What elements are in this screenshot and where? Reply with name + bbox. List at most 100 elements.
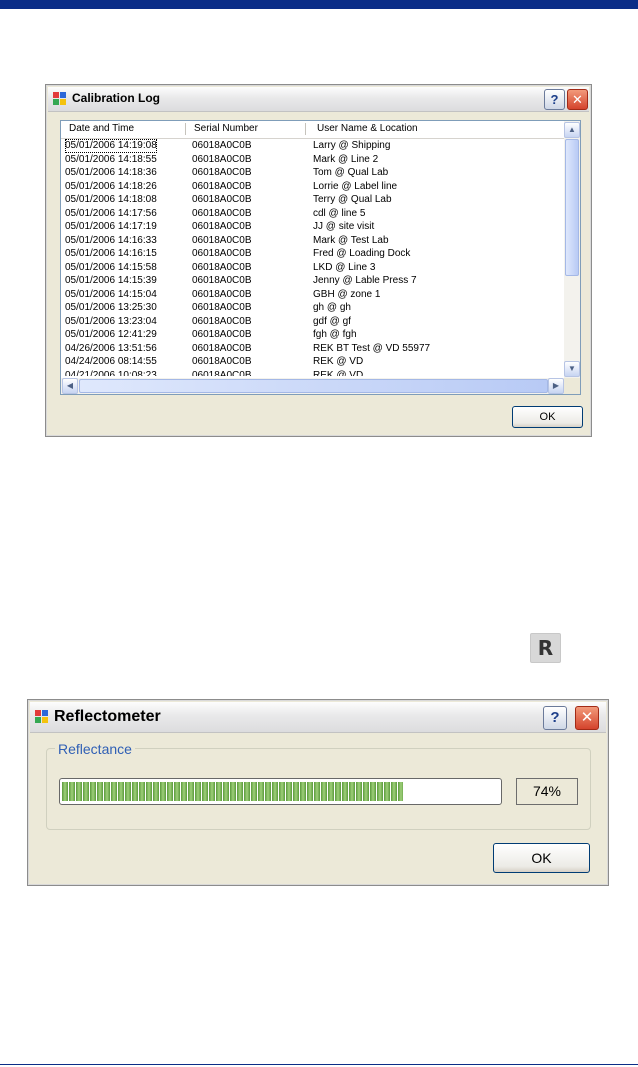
cell-user-location: Larry @ Shipping [313,140,391,151]
cell-user-location: Lorrie @ Label line [313,180,398,192]
table-row[interactable]: 05/01/2006 14:17:56 06018A0C0B cdl @ line … [61,207,564,221]
cell-serial-number: 06018A0C0B [192,140,252,151]
column-header-user-location[interactable]: User Name & Location [317,123,418,134]
table-row[interactable]: 05/01/2006 14:16:33 06018A0C0B Mark @ Test… [61,234,564,248]
table-row[interactable]: 05/01/2006 12:41:29 06018A0C0B fgh @ fgh [61,328,564,342]
table-row[interactable]: 04/24/2006 08:14:55 06018A0C0B REK @ VD [61,355,564,369]
table-row[interactable]: 05/01/2006 13:23:04 06018A0C0B gdf @ gf [61,315,564,329]
app-icon [35,710,49,724]
cell-user-location: fgh @ fgh [313,329,357,340]
cell-serial-number: 06018A0C0B [192,342,252,354]
table-row[interactable]: 05/01/2006 14:17:19 06018A0C0B JJ @ site v… [61,220,564,234]
cell-user-location: gdf @ gf [313,315,351,327]
cell-date-time: 05/01/2006 14:18:36 [65,167,157,178]
table-row[interactable]: 05/01/2006 14:19:08 06018A0C0B Larry @ Shi… [61,139,564,153]
cell-date-time: 04/21/2006 10:08:23 [65,369,157,377]
cell-user-location: REK @ VD [313,369,364,377]
list-rows: 05/01/2006 14:19:08 06018A0C0B Larry @ Shi… [61,139,564,376]
cell-date-time: 05/01/2006 12:41:29 [65,329,157,340]
scrollbar-corner [564,378,580,394]
close-button[interactable]: ✕ [567,89,588,110]
cell-date-time: 05/01/2006 14:17:19 [65,221,157,232]
table-row[interactable]: 05/01/2006 14:16:15 06018A0C0B Fred @ Load… [61,247,564,261]
ok-button[interactable]: OK [512,406,583,428]
cell-serial-number: 06018A0C0B [192,180,252,192]
horizontal-scrollbar[interactable]: ◀ ▶ [61,378,564,394]
cell-date-time: 05/01/2006 14:15:58 [65,261,157,273]
cell-serial-number: 06018A0C0B [192,194,252,205]
column-header-serial-number[interactable]: Serial Number [194,123,258,134]
cell-date-time: 05/01/2006 14:16:15 [65,248,157,259]
cell-user-location: Fred @ Loading Dock [313,248,411,259]
scroll-down-icon[interactable]: ▼ [564,361,580,377]
cell-date-time: 05/01/2006 14:17:56 [65,207,157,219]
cell-serial-number: 06018A0C0B [192,369,252,377]
cell-date-time: 05/01/2006 14:16:33 [65,234,157,246]
table-row[interactable]: 05/01/2006 13:25:30 06018A0C0B gh @ gh [61,301,564,315]
vertical-scrollbar[interactable]: ▲ ▼ [564,121,580,378]
close-button[interactable]: ✕ [575,706,599,730]
cell-date-time: 05/01/2006 13:23:04 [65,315,157,327]
cell-serial-number: 06018A0C0B [192,275,252,286]
scroll-left-icon[interactable]: ◀ [62,378,78,394]
page-footer-line [0,1064,638,1065]
cell-user-location: GBH @ zone 1 [313,288,381,300]
table-row[interactable]: 05/01/2006 14:18:36 06018A0C0B Tom @ Qual … [61,166,564,180]
table-row[interactable]: 04/26/2006 13:51:56 06018A0C0B REK BT Test… [61,342,564,356]
cell-user-location: REK BT Test @ VD 55977 [313,342,431,354]
table-row[interactable]: 05/01/2006 14:18:08 06018A0C0B Terry @ Qua… [61,193,564,207]
cell-date-time: 04/26/2006 13:51:56 [65,342,157,354]
cell-date-time: 04/24/2006 08:14:55 [65,356,157,367]
cell-serial-number: 06018A0C0B [192,315,252,327]
cell-serial-number: 06018A0C0B [192,329,252,340]
cell-date-time: 05/01/2006 14:15:04 [65,288,157,300]
ok-button[interactable]: OK [493,843,590,873]
app-icon [53,92,67,106]
cell-date-time: 05/01/2006 14:18:55 [65,153,157,165]
cell-serial-number: 06018A0C0B [192,302,252,313]
cell-user-location: Jenny @ Lable Press 7 [313,275,417,286]
reflectometer-window: Reflectometer ? ✕ Reflectance 74% OK [27,699,609,886]
horizontal-scroll-thumb[interactable] [79,379,548,393]
table-row[interactable]: 05/01/2006 14:18:55 06018A0C0B Mark @ Line… [61,153,564,167]
cell-user-location: Tom @ Qual Lab [313,167,389,178]
window-title: Reflectometer [54,708,161,725]
reflectance-progress-bar [59,778,502,805]
cell-date-time: 05/01/2006 14:15:39 [65,275,157,286]
cell-serial-number: 06018A0C0B [192,261,252,273]
scroll-right-icon[interactable]: ▶ [548,378,564,394]
table-row[interactable]: 05/01/2006 14:15:39 06018A0C0B Jenny @ Lab… [61,274,564,288]
cell-serial-number: 06018A0C0B [192,234,252,246]
cell-serial-number: 06018A0C0B [192,356,252,367]
cell-user-location: Mark @ Test Lab [313,234,389,246]
column-divider[interactable] [185,123,186,135]
cell-serial-number: 06018A0C0B [192,221,252,232]
cell-serial-number: 06018A0C0B [192,207,252,219]
table-row[interactable]: 05/01/2006 14:15:58 06018A0C0B LKD @ Line … [61,261,564,275]
table-row[interactable]: 05/01/2006 14:18:26 06018A0C0B Lorrie @ La… [61,180,564,194]
vertical-scroll-thumb[interactable] [565,139,579,276]
reflectometer-toolbar-icon[interactable]: R [530,633,561,663]
cell-date-time: 05/01/2006 14:18:26 [65,180,157,192]
cell-user-location: LKD @ Line 3 [313,261,376,273]
page-header-bar [0,0,638,9]
cell-user-location: Terry @ Qual Lab [313,194,392,205]
calibration-log-titlebar[interactable]: Calibration Log ? ✕ [48,87,589,112]
cell-serial-number: 06018A0C0B [192,167,252,178]
cell-user-location: Mark @ Line 2 [313,153,379,165]
group-label: Reflectance [55,741,135,757]
reflectance-percent: 74% [516,778,578,805]
cell-date-time: 05/01/2006 13:25:30 [65,302,157,313]
help-button[interactable]: ? [543,706,567,730]
column-header-date-time[interactable]: Date and Time [69,123,134,134]
cell-user-location: REK @ VD [313,356,364,367]
reflectometer-titlebar[interactable]: Reflectometer ? ✕ [30,702,606,733]
column-divider[interactable] [305,123,306,135]
help-button[interactable]: ? [544,89,565,110]
cell-date-time: 05/01/2006 14:18:08 [65,194,157,205]
table-row[interactable]: 05/01/2006 14:15:04 06018A0C0B GBH @ zone … [61,288,564,302]
table-row[interactable]: 04/21/2006 10:08:23 06018A0C0B REK @ VD [61,369,564,377]
list-header: Date and Time Serial Number User Name & … [61,121,564,139]
calibration-log-list[interactable]: Date and Time Serial Number User Name & … [60,120,581,395]
scroll-up-icon[interactable]: ▲ [564,122,580,138]
